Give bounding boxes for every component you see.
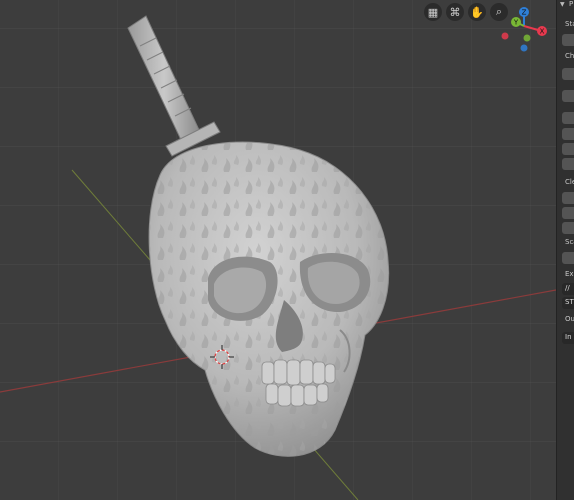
label-sta: Sta (565, 20, 574, 28)
label-ou: Ou (565, 315, 574, 323)
properties-sidebar[interactable]: ▼ P Sta Ch Cle Sca Exp // ST Ou In (556, 0, 574, 500)
viewport-navigation-tools: ▦ ⌘ ✋ ⌕ (424, 3, 508, 21)
neg-z-axis-handle (520, 44, 528, 52)
field-1[interactable] (562, 34, 574, 46)
navigation-gizmo[interactable]: Z Y X (498, 4, 554, 54)
label-cl: Cle (565, 178, 574, 186)
field-st[interactable]: ST (562, 297, 574, 309)
field-in-text: In (565, 333, 572, 341)
field-2[interactable] (562, 68, 574, 80)
field-in[interactable]: In (562, 332, 574, 344)
3d-viewport[interactable]: ▦ ⌘ ✋ ⌕ Z Y X (0, 0, 556, 500)
svg-text:X: X (540, 28, 545, 36)
label-ex: Exp (565, 270, 574, 278)
field-path-text: // (565, 284, 570, 292)
field-st-text: ST (565, 298, 574, 306)
field-7[interactable] (562, 158, 574, 170)
field-10[interactable] (562, 222, 574, 234)
skull-model[interactable] (0, 0, 556, 500)
svg-text:Y: Y (513, 19, 519, 27)
skull (148, 141, 390, 457)
field-path[interactable]: // (562, 283, 574, 295)
pan-hand-icon[interactable]: ✋ (468, 3, 486, 21)
panel-collapse-arrow-icon[interactable]: ▼ (560, 1, 565, 8)
field-3[interactable] (562, 90, 574, 102)
label-sc: Sca (565, 238, 574, 246)
field-4[interactable] (562, 112, 574, 124)
svg-text:Z: Z (522, 9, 527, 17)
label-ch: Ch (565, 52, 574, 60)
field-9[interactable] (562, 207, 574, 219)
field-6[interactable] (562, 143, 574, 155)
field-8[interactable] (562, 192, 574, 204)
dagger (127, 15, 221, 157)
toggle-grid-view-icon[interactable]: ▦ (424, 3, 442, 21)
field-5[interactable] (562, 128, 574, 140)
neg-y-axis-handle (523, 34, 531, 42)
neg-x-axis-handle (501, 32, 509, 40)
camera-view-icon[interactable]: ⌘ (446, 3, 464, 21)
sidebar-header: P (569, 0, 574, 8)
field-11[interactable] (562, 252, 574, 264)
